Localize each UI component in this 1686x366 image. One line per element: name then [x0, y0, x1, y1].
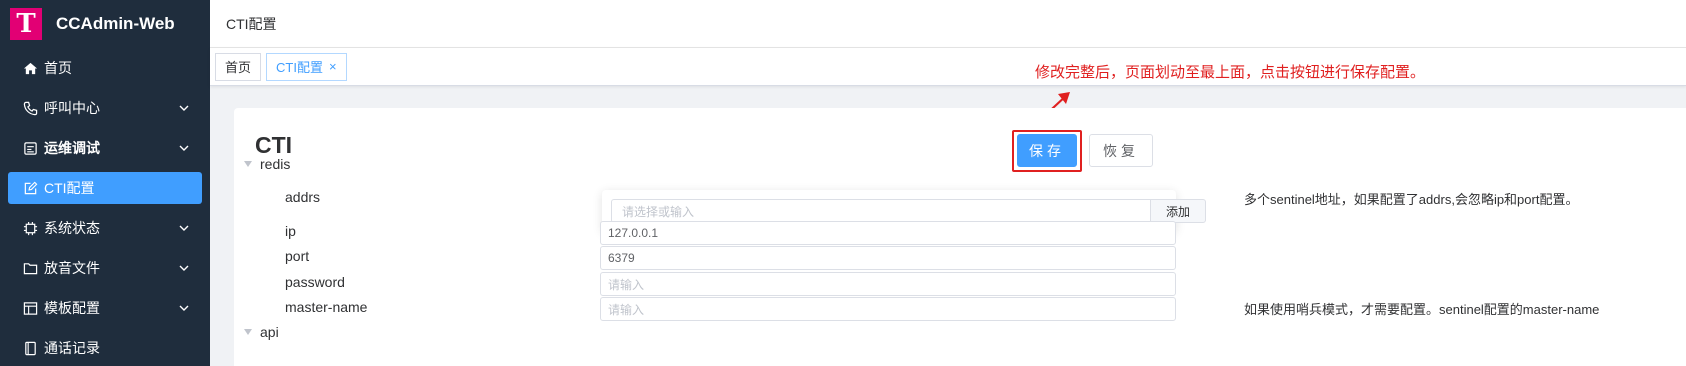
tree-node-label: api: [260, 324, 279, 340]
tab-cti-config[interactable]: CTI配置 ×: [266, 52, 347, 81]
tab-label: CTI配置: [276, 60, 323, 75]
logo: T CCAdmin-Web: [0, 0, 210, 48]
tree-node-api[interactable]: api: [244, 324, 279, 340]
phone-icon: [22, 100, 38, 116]
sidebar-item-call-center[interactable]: 呼叫中心: [0, 88, 210, 128]
sidebar-item-label: CTI配置: [44, 180, 95, 196]
addrs-input[interactable]: 请选择或输入: [611, 199, 1151, 223]
chevron-down-icon: [179, 305, 189, 311]
ip-field[interactable]: 127.0.0.1: [600, 221, 1176, 245]
page-title: CTI: [255, 132, 293, 158]
chevron-down-icon: [179, 225, 189, 231]
app-title: CCAdmin-Web: [56, 14, 175, 33]
sidebar-item-cti-config[interactable]: CTI配置: [8, 172, 202, 204]
master-name-label: master-name: [285, 299, 368, 315]
sidebar-item-home[interactable]: 首页: [0, 48, 210, 88]
tree-node-label: redis: [260, 156, 291, 172]
config-card: CTI 保存 恢复 redis addrs 请选择或输入 添加 多个sentin…: [234, 108, 1686, 366]
port-field[interactable]: 6379: [600, 246, 1176, 270]
home-icon: [22, 60, 38, 76]
top-header: CTI配置: [210, 0, 1686, 48]
chevron-down-icon: [179, 265, 189, 271]
sidebar-item-label: 系统状态: [44, 220, 100, 236]
addrs-label: addrs: [285, 189, 321, 205]
record-icon: [22, 340, 38, 356]
master-name-description: 如果使用哨兵模式，才需要配置。sentinel配置的master-name: [1244, 302, 1600, 317]
sidebar-item-label: 通话记录: [44, 340, 100, 356]
addrs-description: 多个sentinel地址，如果配置了addrs,会忽略ip和port配置。: [1244, 192, 1579, 207]
tab-label: 首页: [225, 60, 252, 75]
sidebar-item-label: 模板配置: [44, 300, 100, 316]
chip-icon: [22, 220, 38, 236]
sidebar-item-label: 放音文件: [44, 260, 100, 276]
close-icon[interactable]: ×: [329, 59, 337, 74]
caret-down-icon: [244, 161, 252, 167]
chevron-down-icon: [179, 145, 189, 151]
edit-icon: [22, 180, 38, 196]
port-label: port: [285, 248, 310, 264]
caret-down-icon: [244, 329, 252, 335]
template-icon: [22, 300, 38, 316]
reset-button[interactable]: 恢复: [1089, 134, 1153, 167]
ip-label: ip: [285, 223, 296, 239]
add-button[interactable]: 添加: [1150, 199, 1206, 223]
tags-view: 首页 CTI配置 ×: [210, 48, 1686, 86]
sidebar-item-ops-debug[interactable]: 运维调试: [0, 128, 210, 168]
sidebar-item-label: 首页: [44, 60, 72, 76]
breadcrumb: CTI配置: [226, 15, 277, 32]
annotation-text: 修改完整后，页面划动至最上面，点击按钮进行保存配置。: [1035, 64, 1426, 81]
logo-icon: T: [10, 8, 42, 40]
sidebar-item-template-config[interactable]: 模板配置: [0, 288, 210, 328]
folder-icon: [22, 260, 38, 276]
sidebar-item-label: 运维调试: [44, 140, 100, 156]
sidebar-item-system-status[interactable]: 系统状态: [0, 208, 210, 248]
tree-node-redis[interactable]: redis: [244, 156, 290, 172]
sidebar-menu: 首页 呼叫中心 运维调试 CTI配置 系统状态 放音文件 模板配置 通话记录: [0, 48, 210, 366]
tab-home[interactable]: 首页: [215, 52, 262, 81]
sidebar-item-call-records[interactable]: 通话记录: [0, 328, 210, 366]
sidebar-item-label: 呼叫中心: [44, 100, 100, 116]
chevron-down-icon: [179, 105, 189, 111]
master-name-field[interactable]: 请输入: [600, 297, 1176, 321]
password-label: password: [285, 274, 345, 290]
save-button[interactable]: 保存: [1017, 134, 1077, 167]
sidebar: T CCAdmin-Web 首页 呼叫中心 运维调试 CTI配置 系统状态 放音…: [0, 0, 210, 366]
sidebar-item-audio-files[interactable]: 放音文件: [0, 248, 210, 288]
password-field[interactable]: 请输入: [600, 272, 1176, 296]
monitor-icon: [22, 140, 38, 156]
